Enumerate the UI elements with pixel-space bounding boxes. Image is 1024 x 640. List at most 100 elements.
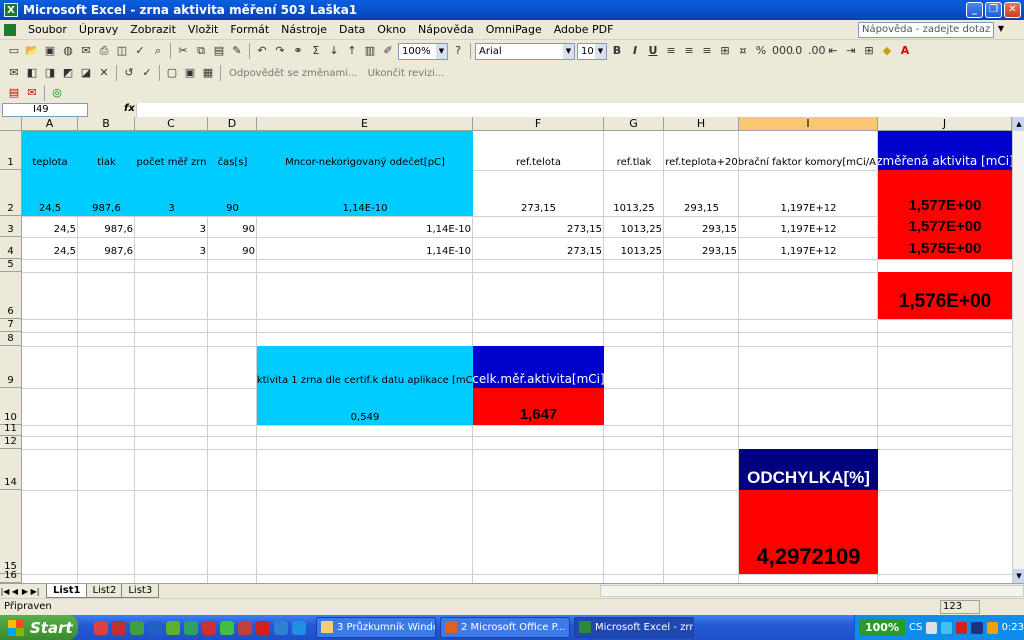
sheet-tab-list1[interactable]: List1 (46, 584, 88, 598)
cell-a3[interactable]: 24,5 (22, 216, 78, 237)
currency-icon[interactable]: ¤ (735, 43, 751, 59)
fx-icon[interactable]: fx (124, 103, 135, 114)
column-header-b[interactable]: B (78, 117, 135, 131)
cell-d1[interactable]: čas[s] (208, 131, 257, 170)
minimize-button[interactable]: _ (966, 2, 983, 18)
row-header-11[interactable]: 11 (0, 423, 22, 436)
column-header-d[interactable]: D (208, 117, 257, 131)
column-header-h[interactable]: H (664, 117, 739, 131)
tray-icon-3[interactable] (956, 621, 968, 634)
row-header-8[interactable]: 8 (0, 332, 22, 346)
show-comments-icon[interactable]: ▦ (200, 65, 216, 81)
paste-icon[interactable]: ▤ (211, 43, 227, 59)
underline-icon[interactable]: U (645, 43, 661, 59)
menu-insert[interactable]: Vložit (182, 23, 224, 36)
cell-j3[interactable]: 1,577E+00 (878, 216, 1012, 237)
cell-d4[interactable]: 90 (208, 237, 257, 259)
cell-b4[interactable]: 987,6 (78, 237, 135, 259)
row-header-12[interactable]: 12 (0, 436, 22, 449)
cell-b2[interactable]: 987,6 (78, 170, 135, 216)
cell-c2[interactable]: 3 (135, 170, 208, 216)
review-icon-2[interactable]: ◧ (24, 65, 40, 81)
omnipage-icon[interactable]: ◎ (49, 85, 65, 101)
select-all-corner[interactable] (0, 117, 22, 131)
end-review-button[interactable]: Ukončit revizi... (364, 68, 449, 79)
cell-g1[interactable]: ref.tlak (604, 131, 664, 170)
cell-c1[interactable]: počet měř zrn (135, 131, 208, 170)
merge-center-icon[interactable]: ⊞ (717, 43, 733, 59)
cell-f1[interactable]: ref.telota (473, 131, 604, 170)
menu-omnipage[interactable]: OmniPage (480, 23, 548, 36)
quicklaunch-icon-6[interactable] (184, 620, 198, 635)
pdf-mail-icon[interactable]: ✉ (24, 85, 40, 101)
column-header-a[interactable]: A (22, 117, 78, 131)
column-header-e[interactable]: E (257, 117, 473, 131)
review-icon-6[interactable]: ✕ (96, 65, 112, 81)
print-icon[interactable]: ⎙ (96, 43, 112, 59)
clock[interactable]: 0:23 (1002, 622, 1024, 633)
cell-b1[interactable]: tlak (78, 131, 135, 170)
comment-icon[interactable]: ▢ (164, 65, 180, 81)
task-explorer[interactable]: 3 Průzkumník Windows (316, 617, 436, 638)
menu-format[interactable]: Formát (224, 23, 275, 36)
cell-i2[interactable]: 1,197E+12 (739, 170, 878, 216)
horizontal-scrollbar[interactable] (600, 585, 1024, 597)
chevron-down-icon[interactable]: ▼ (595, 43, 606, 59)
row-header-14[interactable]: 14 (0, 449, 22, 490)
cell-g2[interactable]: 1013,25 (604, 170, 664, 216)
help-dropdown-icon[interactable]: ▼ (998, 24, 1004, 33)
task-excel[interactable]: Microsoft Excel - zrna... (574, 617, 694, 638)
cell-j2[interactable]: 1,577E+00 (878, 170, 1012, 216)
vertical-scrollbar[interactable]: ▲ ▼ (1012, 117, 1024, 583)
decrease-indent-icon[interactable]: ⇤ (825, 43, 841, 59)
font-color-icon[interactable]: A (897, 43, 913, 59)
delete-comment-icon[interactable]: ▣ (182, 65, 198, 81)
cell-f3[interactable]: 273,15 (473, 216, 604, 237)
sheet-tab-list3[interactable]: List3 (121, 584, 160, 598)
font-size-select[interactable]: 10 ▼ (577, 42, 607, 60)
cell-c3[interactable]: 3 (135, 216, 208, 237)
menu-view[interactable]: Zobrazit (124, 23, 182, 36)
bold-icon[interactable]: B (609, 43, 625, 59)
cell-a4[interactable]: 24,5 (22, 237, 78, 259)
next-sheet-icon[interactable]: ▶ (20, 587, 30, 596)
quicklaunch-icon-5[interactable] (166, 620, 180, 635)
save-icon[interactable]: ▣ (42, 43, 58, 59)
cell-j1[interactable]: změřená aktivita [mCi] (878, 131, 1012, 170)
cell-f10[interactable]: 1,647 (473, 388, 604, 425)
print-preview-icon[interactable]: ◫ (114, 43, 130, 59)
help-search-input[interactable]: Nápověda - zadejte dotaz (858, 22, 994, 38)
cell-a2[interactable]: 24,5 (22, 170, 78, 216)
sort-descending-icon[interactable]: ↑ (344, 43, 360, 59)
track-changes-icon[interactable]: ↺ (121, 65, 137, 81)
increase-decimal-icon[interactable]: .0 (789, 43, 805, 59)
sheet-tab-list2[interactable]: List2 (85, 584, 124, 598)
menu-window[interactable]: Okno (371, 23, 412, 36)
align-left-icon[interactable]: ≡ (663, 43, 679, 59)
research-icon[interactable]: ⌕ (150, 43, 166, 59)
align-right-icon[interactable]: ≡ (699, 43, 715, 59)
cell-d2[interactable]: 90 (208, 170, 257, 216)
zoom-indicator[interactable]: 100% (859, 619, 905, 636)
borders-icon[interactable]: ⊞ (861, 43, 877, 59)
accept-reject-icon[interactable]: ✓ (139, 65, 155, 81)
start-button[interactable]: Start (0, 615, 78, 640)
quicklaunch-icon-9[interactable] (238, 620, 252, 635)
quicklaunch-icon-1[interactable] (94, 620, 108, 635)
restore-button[interactable]: ❐ (985, 2, 1002, 18)
undo-icon[interactable]: ↶ (254, 43, 270, 59)
name-box[interactable]: I49 (2, 103, 88, 117)
review-icon-5[interactable]: ◪ (78, 65, 94, 81)
workbook-icon[interactable] (4, 23, 16, 36)
language-indicator[interactable]: CS (909, 622, 922, 633)
tray-icon-4[interactable] (971, 621, 983, 634)
font-select[interactable]: Arial ▼ (475, 42, 575, 60)
review-icon-3[interactable]: ◨ (42, 65, 58, 81)
quicklaunch-icon-8[interactable] (220, 620, 234, 635)
quicklaunch-icon-11[interactable] (274, 620, 288, 635)
menu-help[interactable]: Nápověda (412, 23, 480, 36)
sort-ascending-icon[interactable]: ↓ (326, 43, 342, 59)
row-header-16[interactable]: 16 (0, 570, 22, 583)
cell-b3[interactable]: 987,6 (78, 216, 135, 237)
cell-i15[interactable]: 4,2972109 (739, 490, 878, 574)
